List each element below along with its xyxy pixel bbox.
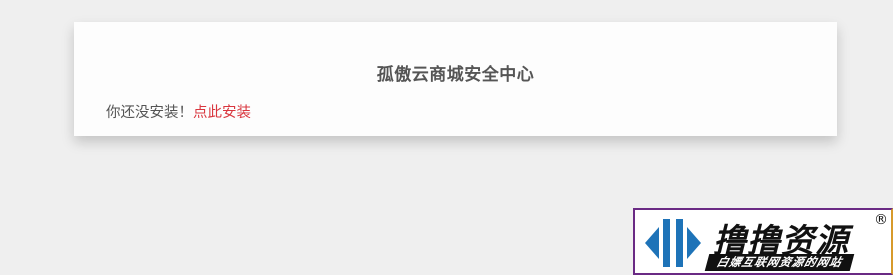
brand-logo-icon xyxy=(645,219,701,267)
install-link[interactable]: 点此安装 xyxy=(193,105,251,121)
install-notice-card: 孤傲云商城安全中心 你还没安装！点此安装 xyxy=(74,22,837,136)
registered-mark: ® xyxy=(874,212,888,228)
site-watermark: 撸撸资源 ® 白嫖互联网资源的网站 xyxy=(633,208,893,275)
page-title: 孤傲云商城安全中心 xyxy=(376,65,535,85)
install-message: 你还没安装！点此安装 xyxy=(106,101,251,122)
not-installed-text: 你还没安装！ xyxy=(106,105,193,121)
watermark-tagline: 白嫖互联网资源的网站 xyxy=(704,254,855,271)
